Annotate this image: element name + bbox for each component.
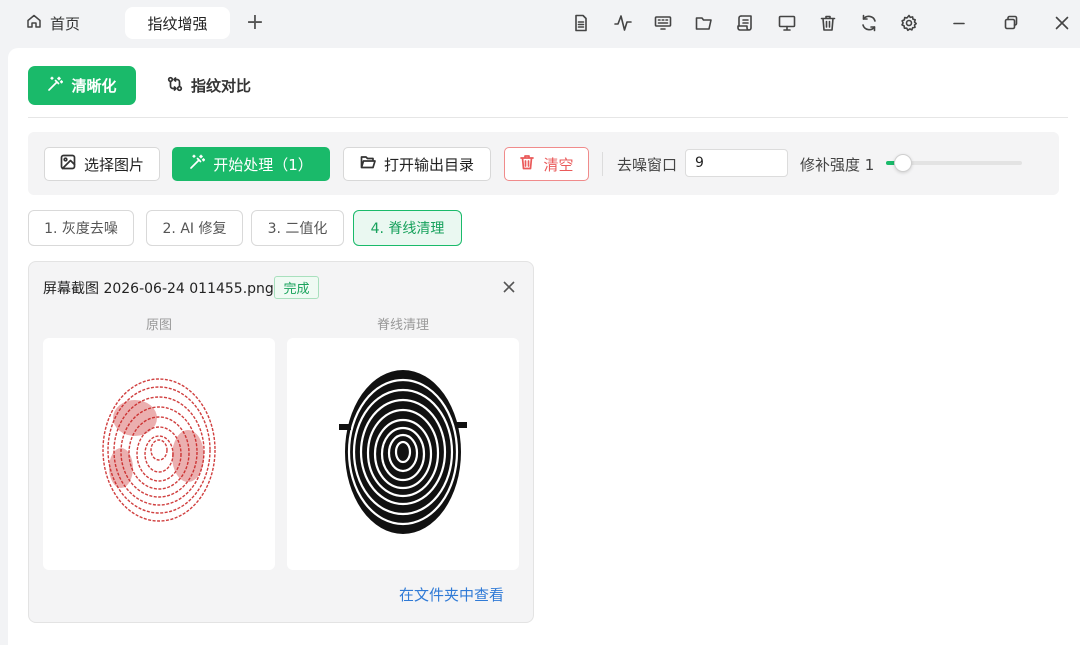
mode-compare-label: 指纹对比 [190,77,251,95]
folder-icon[interactable] [693,12,715,34]
main-panel: 清晰化 指纹对比 选择图片 开始处理（1） 打开输出目录 清空 去噪窗口 9 修… [8,48,1080,645]
open-output-label: 打开输出目录 [383,155,474,174]
mode-compare-button[interactable]: 指纹对比 [156,66,262,105]
close-icon[interactable] [1051,12,1073,34]
clear-button[interactable]: 清空 [504,147,589,181]
clear-label: 清空 [543,155,574,174]
compare-arrows-icon [167,76,183,96]
processed-fingerprint-image [287,338,519,570]
minimize-icon[interactable] [948,12,970,34]
step-2-ai-repair[interactable]: 2. AI 修复 [146,210,243,246]
open-output-dir-button[interactable]: 打开输出目录 [343,147,491,181]
title-bar: 首页 指纹增强 + [0,0,1080,48]
magic-wand-icon [189,154,206,174]
pulse-icon[interactable] [612,12,634,34]
image-icon [60,154,76,174]
step-1-grayscale-denoise[interactable]: 1. 灰度去噪 [28,210,134,246]
slider-thumb[interactable] [893,154,912,172]
select-image-label: 选择图片 [83,155,144,174]
start-process-button[interactable]: 开始处理（1） [172,147,330,181]
action-toolbar: 选择图片 开始处理（1） 打开输出目录 清空 去噪窗口 修补强度 1 [28,132,1059,195]
home-icon [26,13,42,33]
select-image-button[interactable]: 选择图片 [44,147,160,181]
mode-clarify-button[interactable]: 清晰化 [28,66,136,105]
tab-home-label: 首页 [50,14,81,33]
start-process-label: 开始处理（1） [213,155,313,174]
gear-icon[interactable] [898,12,920,34]
toolbar-divider [602,152,603,176]
add-tab-button[interactable]: + [242,10,268,36]
tab-active-label: 指纹增强 [147,14,208,33]
scroll-icon[interactable] [734,12,756,34]
folder-open-icon [360,154,376,174]
close-card-button[interactable] [499,275,519,299]
trash-icon [519,154,535,174]
denoise-window-input[interactable] [685,149,788,177]
status-badge: 完成 [274,276,319,299]
step-label: 2. AI 修复 [162,221,227,237]
step-label: 1. 灰度去噪 [44,221,118,237]
result-card: 屏幕截图 2026-06-24 011455.png 完成 原图 脊线清理 在文… [28,261,534,623]
step-label: 3. 二值化 [267,221,328,237]
section-divider [28,117,1068,118]
processed-caption: 脊线清理 [376,318,429,333]
refresh-icon[interactable] [858,12,880,34]
step-label: 4. 脊线清理 [370,221,445,237]
keyboard-icon[interactable] [652,12,674,34]
original-caption: 原图 [145,318,172,333]
close-icon [503,281,515,293]
restore-icon[interactable] [1000,12,1022,34]
document-icon[interactable] [570,12,592,34]
magic-wand-icon [47,76,64,96]
step-4-ridge-cleanup[interactable]: 4. 脊线清理 [353,210,462,246]
view-in-folder-link[interactable]: 在文件夹中查看 [399,584,504,605]
denoise-window-label: 去噪窗口 [617,156,678,174]
trash-icon[interactable] [817,12,839,34]
original-fingerprint-image [43,338,275,570]
tab-fingerprint-enhance[interactable]: 指纹增强 [125,7,230,39]
mode-clarify-label: 清晰化 [71,77,117,95]
repair-strength-label: 修补强度 1 [800,156,875,174]
monitor-icon[interactable] [776,12,798,34]
file-name: 屏幕截图 2026-06-24 011455.png [43,281,274,297]
tab-home[interactable]: 首页 [18,8,88,38]
step-3-binarize[interactable]: 3. 二值化 [251,210,344,246]
